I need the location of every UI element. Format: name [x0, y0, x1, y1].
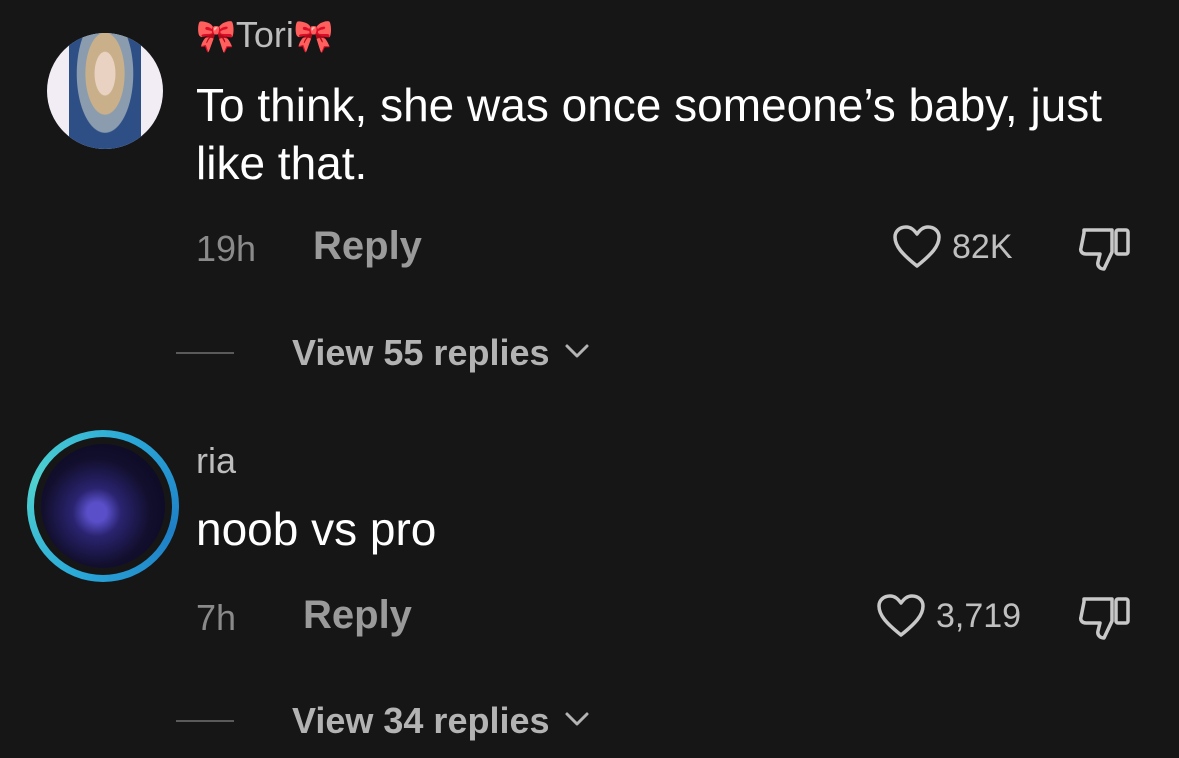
avatar-tori[interactable]: [47, 33, 163, 149]
heart-outline-icon: [892, 224, 942, 270]
bow-emoji: 🎀: [196, 18, 236, 54]
view-replies-label: View 55 replies: [292, 332, 550, 373]
username-text: Tori: [235, 14, 294, 55]
comment-username[interactable]: 🎀Tori🎀: [196, 14, 334, 56]
dislike-button[interactable]: [1078, 593, 1134, 648]
like-count: 3,719: [936, 596, 1022, 635]
like-button[interactable]: 3,719: [876, 593, 1021, 639]
view-replies-button[interactable]: View 55 replies: [176, 332, 590, 374]
avatar-ria: [41, 444, 165, 568]
reply-button[interactable]: Reply: [313, 224, 422, 269]
comment-username[interactable]: ria: [196, 440, 236, 482]
view-replies-label: View 34 replies: [292, 700, 550, 741]
like-button[interactable]: 82K: [892, 224, 1013, 270]
chevron-down-icon: [564, 342, 590, 365]
divider-line: [176, 720, 234, 722]
thumbs-down-icon: [1078, 228, 1134, 278]
heart-outline-icon: [876, 593, 926, 639]
comment-text: To think, she was once someone’s baby, j…: [196, 79, 1103, 189]
comment-timestamp: 19h: [196, 228, 257, 269]
divider-line: [176, 352, 234, 354]
comment-text: noob vs pro: [196, 503, 437, 555]
bow-emoji: 🎀: [293, 18, 334, 54]
story-ring[interactable]: [27, 430, 179, 582]
thumbs-down-icon: [1078, 597, 1134, 647]
like-count: 82K: [952, 227, 1013, 266]
avatar-photo: [69, 33, 141, 149]
comment-timestamp: 7h: [196, 597, 237, 638]
reply-button[interactable]: Reply: [303, 593, 412, 638]
chevron-down-icon: [564, 710, 590, 733]
dislike-button[interactable]: [1078, 224, 1134, 279]
view-replies-button[interactable]: View 34 replies: [176, 700, 590, 742]
